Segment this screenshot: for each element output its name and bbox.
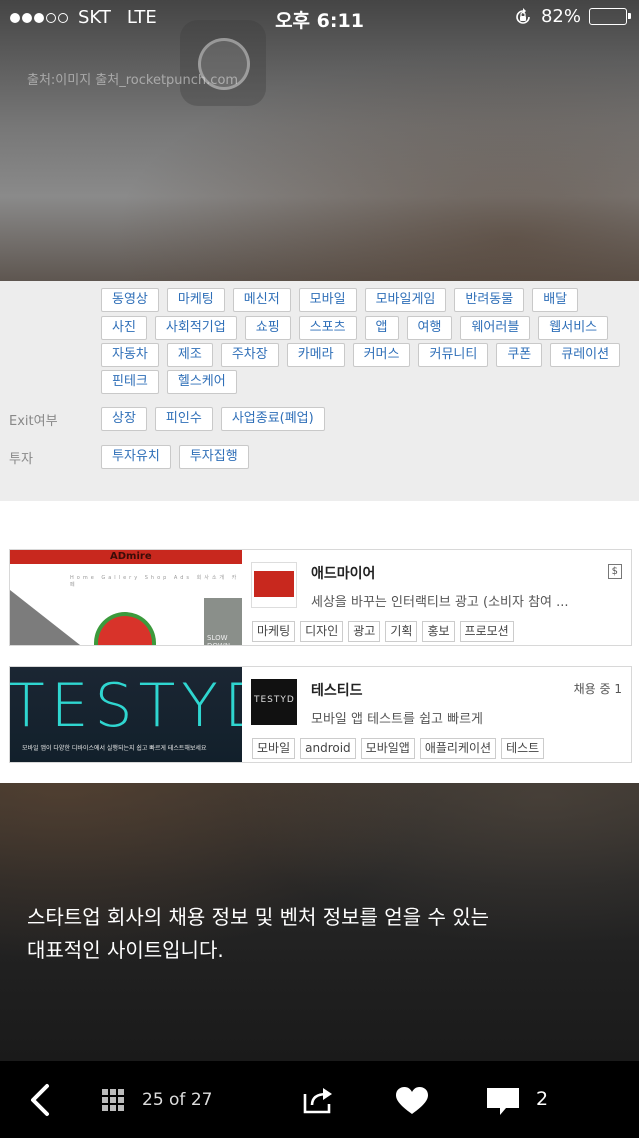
assistive-touch-button[interactable] [180, 20, 266, 106]
comment-count: 2 [536, 1088, 549, 1110]
company-tag[interactable]: 기획 [385, 621, 418, 642]
company-tag[interactable]: 모바일 [252, 738, 296, 759]
investment-tag[interactable]: 투자집행 [178, 445, 249, 469]
category-tag[interactable]: 주차장 [220, 343, 279, 367]
company-tag[interactable]: android [300, 738, 356, 759]
category-tag[interactable]: 쿠폰 [496, 343, 543, 367]
investment-row: 투자유치 투자집행 [101, 445, 249, 469]
cover-nav-text: Home Gallery Shop Ads 회사소개 카페 [70, 575, 240, 588]
funding-badge: $ [607, 563, 622, 579]
image-source-credit: 출처:이미지 출처_rocketpunch.com [27, 73, 239, 88]
caption-line: 대표적인 사이트입니다. [27, 938, 224, 962]
category-tag[interactable]: 스포츠 [298, 316, 357, 340]
exit-status-row: 상장 피인수 사업종료(폐업) [101, 407, 325, 431]
category-tag[interactable]: 마케팅 [166, 288, 225, 312]
category-tag[interactable]: 커뮤니티 [418, 343, 489, 367]
back-chevron-icon[interactable] [27, 1083, 57, 1117]
cover-caption: 모바일 앱이 다양한 디바이스에서 실행되는지 쉽고 빠르게 테스트해보세요 [22, 745, 207, 752]
company-tag[interactable]: 애플리케이션 [419, 738, 497, 759]
category-tag[interactable]: 자동차 [101, 343, 159, 367]
cover-title: ADmire [110, 551, 152, 562]
category-tag[interactable]: 제조 [166, 343, 213, 367]
category-tag[interactable]: 반려동물 [454, 288, 525, 312]
company-tags: 모바일 android 모바일앱 애플리케이션 테스트 [252, 738, 545, 759]
category-tag[interactable]: 핀테크 [101, 370, 159, 394]
exit-tag[interactable]: 상장 [101, 407, 147, 431]
status-bar: SKT LTE 오후 6:11 82% [0, 0, 639, 36]
tag-filter-panel: 동영상 마케팅 메신저 모바일 모바일게임 반려동물 배달 사진 사회적기업 쇼… [0, 281, 639, 501]
company-cover-image: ADmire Home Gallery Shop Ads 회사소개 카페 SLO… [10, 550, 242, 645]
category-tag[interactable]: 앱 [364, 316, 399, 340]
company-list: ADmire Home Gallery Shop Ads 회사소개 카페 SLO… [0, 501, 639, 783]
photo-top-background [0, 0, 639, 281]
category-tag[interactable]: 큐레이션 [550, 343, 621, 367]
company-logo [251, 562, 297, 608]
company-tag[interactable]: 모바일앱 [360, 738, 415, 759]
category-tag[interactable]: 헬스케어 [166, 370, 237, 394]
company-card-testyd[interactable]: TESTYD 모바일 앱이 다양한 디바이스에서 실행되는지 쉽고 빠르게 테스… [9, 666, 632, 763]
company-cover-image: TESTYD 모바일 앱이 다양한 디바이스에서 실행되는지 쉽고 빠르게 테스… [10, 667, 242, 762]
company-logo: TESTYD [251, 679, 297, 725]
investment-tag[interactable]: 투자유치 [101, 445, 171, 469]
company-description: 세상을 바꾸는 인터랙티브 광고 (소비자 참여 ... [311, 595, 569, 610]
caption-line: 스타트업 회사의 채용 정보 및 벤처 정보를 얻을 수 있는 [27, 905, 490, 929]
category-tag[interactable]: 배달 [532, 288, 579, 312]
category-tag[interactable]: 사회적기업 [154, 316, 237, 340]
dollar-icon: $ [607, 564, 622, 579]
cover-title: TESTYD [10, 671, 242, 741]
photo-caption: 스타트업 회사의 채용 정보 및 벤처 정보를 얻을 수 있는 대표적인 사이트… [27, 901, 627, 967]
exit-tag[interactable]: 피인수 [154, 407, 213, 431]
company-name[interactable]: 애드마이어 [311, 563, 375, 583]
category-tag[interactable]: 메신저 [232, 288, 291, 312]
category-tag[interactable]: 동영상 [101, 288, 159, 312]
category-row: 사진 사회적기업 쇼핑 스포츠 앱 여행 웨어러블 웹서비스 [101, 316, 609, 340]
company-tag[interactable]: 광고 [348, 621, 381, 642]
company-tag[interactable]: 디자인 [300, 621, 344, 642]
grid-icon[interactable] [102, 1089, 126, 1111]
share-icon[interactable] [302, 1085, 336, 1115]
page-counter: 25 of 27 [142, 1090, 213, 1110]
cover-sign-text: SLOW DOWN [207, 634, 230, 645]
battery-icon [589, 8, 631, 25]
category-tag[interactable]: 모바일게임 [364, 288, 447, 312]
cover-mountain [10, 590, 80, 645]
company-tag[interactable]: 프로모션 [459, 621, 514, 642]
company-tags: 마케팅 디자인 광고 기획 홍보 프로모션 [252, 621, 514, 642]
company-description: 모바일 앱 테스트를 쉽고 빠르게 [311, 712, 484, 727]
investment-label: 투자 [9, 452, 33, 467]
exit-status-label: Exit여부 [9, 414, 58, 429]
status-right: 82% [513, 6, 631, 27]
category-tag[interactable]: 웹서비스 [538, 316, 609, 340]
category-tag[interactable]: 여행 [406, 316, 453, 340]
orientation-lock-icon [516, 7, 530, 24]
logo-text: TESTYD [254, 695, 295, 705]
category-tag[interactable]: 카메라 [286, 343, 345, 367]
company-tag[interactable]: 테스트 [501, 738, 545, 759]
category-row: 동영상 마케팅 메신저 모바일 모바일게임 반려동물 배달 [101, 288, 579, 312]
hiring-badge: 채용 중 1 [573, 682, 622, 696]
heart-icon[interactable] [395, 1086, 429, 1116]
cover-watermelon-image [94, 612, 156, 645]
category-tag[interactable]: 커머스 [352, 343, 411, 367]
company-name[interactable]: 테스티드 [311, 680, 363, 700]
company-tag[interactable]: 마케팅 [252, 621, 296, 642]
category-tag[interactable]: 사진 [101, 316, 147, 340]
category-tag[interactable]: 모바일 [298, 288, 357, 312]
category-row: 자동차 제조 주차장 카메라 커머스 커뮤니티 쿠폰 큐레이션 [101, 343, 621, 367]
battery-percentage: 82% [540, 6, 581, 27]
bottom-toolbar: 25 of 27 2 [0, 1061, 639, 1138]
category-tag[interactable]: 웨어러블 [460, 316, 531, 340]
exit-tag[interactable]: 사업종료(폐업) [220, 407, 325, 431]
category-tag[interactable]: 쇼핑 [244, 316, 291, 340]
company-tag[interactable]: 홍보 [422, 621, 455, 642]
category-row: 핀테크 헬스케어 [101, 370, 237, 394]
company-card-admire[interactable]: ADmire Home Gallery Shop Ads 회사소개 카페 SLO… [9, 549, 632, 646]
comment-icon[interactable] [486, 1087, 520, 1117]
